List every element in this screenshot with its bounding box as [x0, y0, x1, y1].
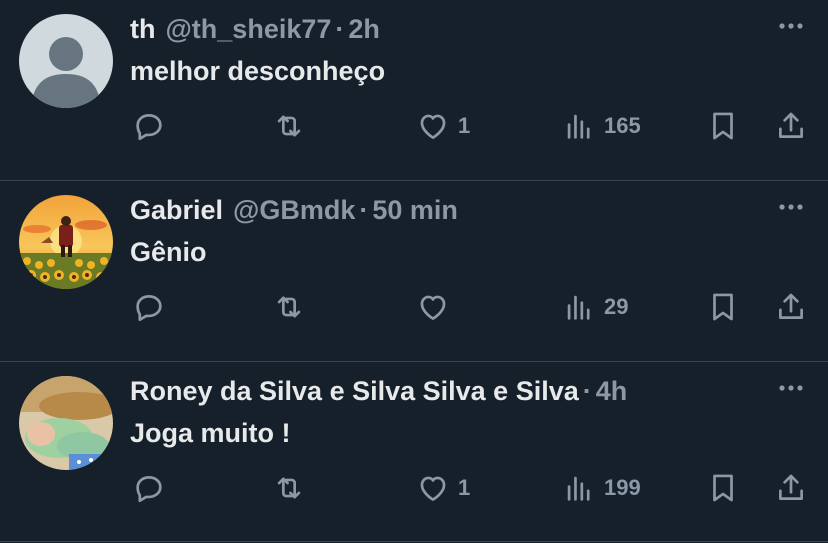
reply-icon: [136, 476, 162, 503]
heart-icon: [420, 476, 446, 501]
views-button[interactable]: 199: [562, 470, 641, 506]
like-count: 1: [458, 113, 471, 138]
display-name[interactable]: th: [130, 14, 155, 45]
tweet[interactable]: Roney da Silva e Silva Silva e Silva · 4…: [0, 362, 828, 542]
views-button[interactable]: 29: [562, 289, 628, 325]
avatar[interactable]: [19, 376, 113, 470]
tweet-text: melhor desconheço: [130, 56, 386, 86]
retweet-button[interactable]: [272, 108, 306, 144]
bookmark-button[interactable]: [706, 289, 740, 325]
user-handle[interactable]: @GBmdk: [233, 195, 355, 226]
bookmark-button[interactable]: [706, 108, 740, 144]
separator: ·: [335, 13, 345, 44]
retweet-icon: [277, 477, 301, 499]
action-bar: 1 165: [130, 108, 828, 144]
timestamp[interactable]: 4h: [596, 376, 628, 407]
tweet-header: Roney da Silva e Silva Silva e Silva · 4…: [130, 374, 627, 408]
analytics-icon: [567, 114, 590, 139]
views-button[interactable]: 165: [562, 108, 641, 144]
retweet-icon: [277, 296, 301, 318]
timestamp[interactable]: 50 min: [372, 195, 458, 226]
separator: ·: [359, 194, 369, 225]
views-count: 29: [604, 294, 629, 319]
share-icon: [779, 293, 803, 319]
tweet-text: Gênio: [130, 237, 207, 267]
bookmark-icon: [713, 293, 733, 321]
replies-feed: th @th_sheik77 · 2h melhor desconheço 1 …: [0, 0, 828, 542]
user-handle[interactable]: @th_sheik77: [165, 14, 331, 45]
avatar[interactable]: [19, 195, 113, 289]
share-button[interactable]: [774, 108, 808, 144]
views-count: 165: [604, 113, 641, 138]
bookmark-icon: [713, 474, 733, 502]
reply-button[interactable]: [132, 108, 166, 144]
reply-button[interactable]: [132, 289, 166, 325]
action-bar: 1 199: [130, 470, 828, 506]
timestamp[interactable]: 2h: [348, 14, 380, 45]
analytics-icon: [567, 476, 590, 501]
views-count: 199: [604, 475, 641, 500]
separator: ·: [582, 375, 592, 406]
action-bar: 29: [130, 289, 828, 325]
retweet-button[interactable]: [272, 289, 306, 325]
share-button[interactable]: [774, 470, 808, 506]
bookmark-button[interactable]: [706, 470, 740, 506]
reply-button[interactable]: [132, 470, 166, 506]
heart-icon: [420, 295, 446, 320]
heart-icon: [420, 114, 446, 139]
retweet-button[interactable]: [272, 470, 306, 506]
display-name[interactable]: Gabriel: [130, 195, 223, 226]
like-button[interactable]: 1: [416, 108, 470, 144]
more-options-icon[interactable]: [776, 14, 806, 38]
tweet-header: Gabriel @GBmdk · 50 min: [130, 193, 458, 227]
like-count: 1: [458, 475, 471, 500]
reply-icon: [136, 114, 162, 141]
like-button[interactable]: 1: [416, 470, 470, 506]
share-icon: [779, 112, 803, 138]
display-name[interactable]: Roney da Silva e Silva Silva e Silva: [130, 376, 579, 407]
tweet[interactable]: th @th_sheik77 · 2h melhor desconheço 1 …: [0, 0, 828, 181]
reply-icon: [136, 295, 162, 322]
tweet-text: Joga muito !: [130, 418, 291, 448]
tweet-header: th @th_sheik77 · 2h: [130, 12, 380, 46]
like-button[interactable]: [416, 289, 458, 325]
tweet[interactable]: Gabriel @GBmdk · 50 min Gênio 29: [0, 181, 828, 362]
analytics-icon: [567, 295, 590, 320]
more-options-icon[interactable]: [776, 195, 806, 219]
bookmark-icon: [713, 112, 733, 140]
more-options-icon[interactable]: [776, 376, 806, 400]
share-button[interactable]: [774, 289, 808, 325]
avatar[interactable]: [19, 14, 113, 108]
retweet-icon: [277, 115, 301, 137]
share-icon: [779, 474, 803, 500]
